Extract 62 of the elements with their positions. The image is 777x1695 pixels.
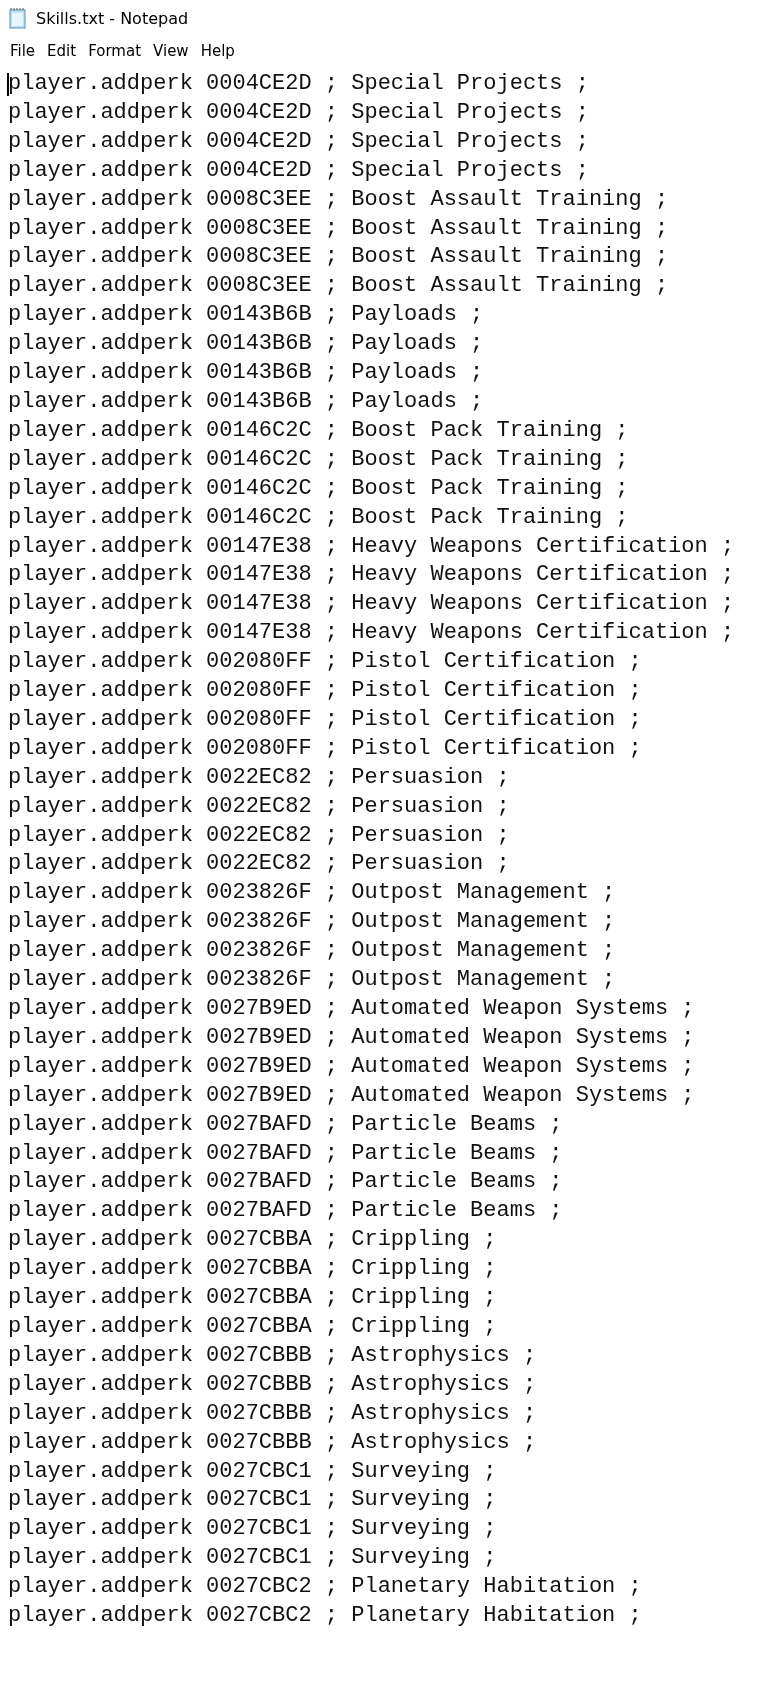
text-line: player.addperk 0023826F ; Outpost Management ; (8, 938, 616, 964)
text-line: player.addperk 002080FF ; Pistol Certification ; (8, 735, 642, 761)
text-line: player.addperk 0027CBBB ; Astrophysics ; (8, 1429, 537, 1455)
text-line: player.addperk 00146C2C ; Boost Pack Training ; (8, 504, 629, 530)
text-line: player.addperk 002080FF ; Pistol Certification ; (8, 678, 642, 704)
menu-item[interactable]: File (4, 40, 42, 62)
text-line: player.addperk 0027CBC2 ; Planetary Habitation ; (8, 1603, 642, 1629)
text-line: player.addperk 0027B9ED ; Automated Weapon Systems ; (8, 1053, 695, 1079)
notepad-icon (8, 7, 28, 29)
text-line: player.addperk 0004CE2D ; Special Projects ; (8, 99, 589, 125)
text-line: player.addperk 0023826F ; Outpost Management ; (8, 967, 616, 993)
text-line: player.addperk 00143B6B ; Payloads ; (8, 302, 484, 328)
text-line: player.addperk 0027CBC1 ; Surveying ; (8, 1458, 497, 1484)
text-line: player.addperk 0027CBBA ; Crippling ; (8, 1285, 497, 1311)
text-line: player.addperk 0004CE2D ; Special Projects ; (8, 128, 589, 154)
text-line: player.addperk 0027B9ED ; Automated Weapon Systems ; (8, 1024, 695, 1050)
text-line: player.addperk 0027CBBA ; Crippling ; (8, 1256, 497, 1282)
text-line: player.addperk 0027B9ED ; Automated Weapon Systems ; (8, 996, 695, 1021)
text-line: player.addperk 0027CBBB ; Astrophysics ; (8, 1400, 537, 1426)
menu-item[interactable]: Edit (41, 40, 83, 62)
text-line: player.addperk 0027BAFD ; Particle Beams ; (8, 1140, 563, 1166)
text-line: player.addperk 0022EC82 ; Persuasion ; (8, 851, 510, 877)
menu-item[interactable]: Help (194, 40, 241, 62)
text-line: player.addperk 0027CBBA ; Crippling ; (8, 1227, 497, 1253)
text-line: player.addperk 0027CBC1 ; Surveying ; (8, 1516, 497, 1542)
text-line: player.addperk 0004CE2D ; Special Projects ; (8, 71, 589, 96)
text-line: player.addperk 0004CE2D ; Special Projects ; (8, 157, 589, 183)
text-line: player.addperk 0027CBC1 ; Surveying ; (8, 1545, 497, 1571)
text-line: player.addperk 0027BAFD ; Particle Beams ; (8, 1169, 563, 1195)
text-line: player.addperk 00147E38 ; Heavy Weapons Certification ; (8, 591, 735, 617)
text-line: player.addperk 0027CBC2 ; Planetary Habitation ; (8, 1574, 642, 1600)
text-line: player.addperk 0022EC82 ; Persuasion ; (8, 822, 510, 848)
text-line: player.addperk 0027CBBB ; Astrophysics ; (8, 1371, 537, 1397)
text-line: player.addperk 0022EC82 ; Persuasion ; (8, 793, 510, 819)
text-line: player.addperk 00146C2C ; Boost Pack Training ; (8, 475, 629, 501)
text-line: player.addperk 002080FF ; Pistol Certification ; (8, 706, 642, 732)
text-cursor (7, 73, 9, 96)
text-line: player.addperk 00143B6B ; Payloads ; (8, 360, 484, 386)
text-line: player.addperk 0022EC82 ; Persuasion ; (8, 764, 510, 790)
text-line: player.addperk 0027B9ED ; Automated Weapon Systems ; (8, 1082, 695, 1108)
text-line: player.addperk 0027BAFD ; Particle Beams ; (8, 1111, 563, 1137)
text-line: player.addperk 002080FF ; Pistol Certification ; (8, 649, 642, 675)
menu-item[interactable]: View (147, 40, 195, 62)
text-line: player.addperk 0027CBBB ; Astrophysics ; (8, 1342, 537, 1368)
text-line: player.addperk 0008C3EE ; Boost Assault Training ; (8, 215, 669, 241)
text-line: player.addperk 00143B6B ; Payloads ; (8, 388, 484, 414)
text-line: player.addperk 0027CBC1 ; Surveying ; (8, 1487, 497, 1513)
text-line: player.addperk 00147E38 ; Heavy Weapons Certification ; (8, 533, 735, 559)
text-line: player.addperk 0023826F ; Outpost Management ; (8, 880, 616, 906)
text-line: player.addperk 00147E38 ; Heavy Weapons Certification ; (8, 620, 735, 646)
text-line: player.addperk 00146C2C ; Boost Pack Training ; (8, 417, 629, 443)
text-line: player.addperk 00147E38 ; Heavy Weapons Certification ; (8, 562, 735, 588)
window-title: Skills.txt - Notepad (36, 8, 189, 28)
text-line: player.addperk 0027BAFD ; Particle Beams ; (8, 1198, 563, 1224)
text-line: player.addperk 0023826F ; Outpost Management ; (8, 909, 616, 935)
menu-item[interactable]: Format (82, 40, 148, 62)
text-line: player.addperk 0008C3EE ; Boost Assault Training ; (8, 244, 669, 270)
text-line: player.addperk 0008C3EE ; Boost Assault Training ; (8, 273, 669, 299)
text-line: player.addperk 0027CBBA ; Crippling ; (8, 1313, 497, 1339)
text-line: player.addperk 0008C3EE ; Boost Assault Training ; (8, 186, 669, 212)
text-line: player.addperk 00143B6B ; Payloads ; (8, 331, 484, 357)
text-line: player.addperk 00146C2C ; Boost Pack Training ; (8, 446, 629, 472)
